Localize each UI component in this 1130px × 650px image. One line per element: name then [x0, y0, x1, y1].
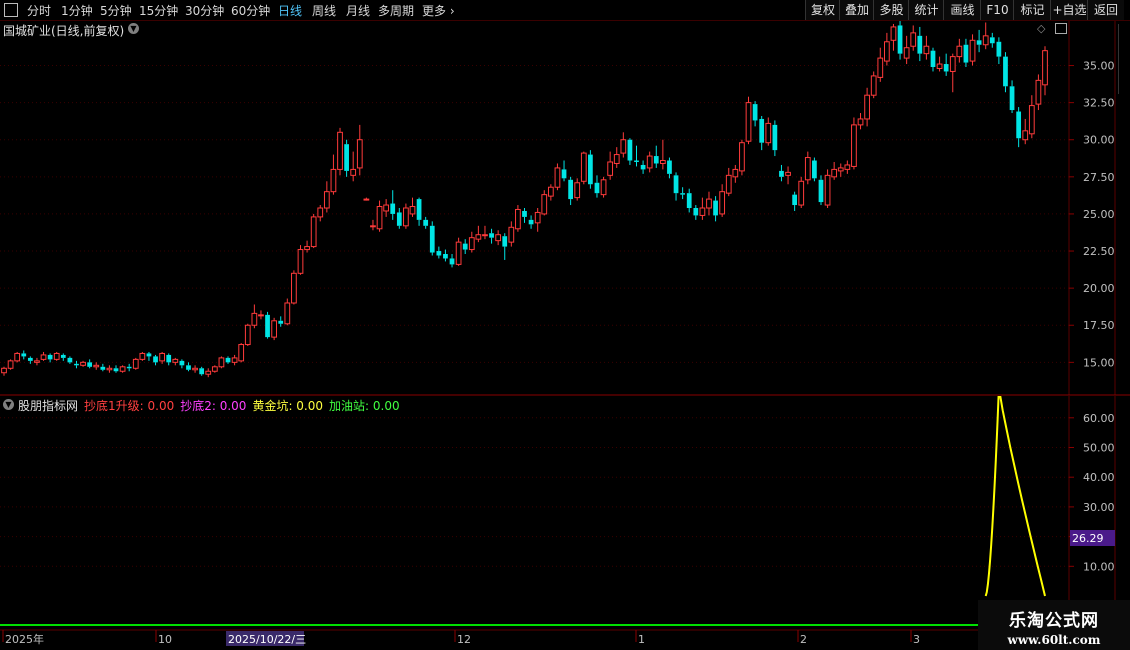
tab-timeframe[interactable]: 30分钟 [185, 2, 224, 19]
price-label: 17.50 [1083, 319, 1115, 332]
tab-timeframe[interactable]: 周线 [312, 2, 336, 19]
price-label: 30.00 [1083, 134, 1115, 147]
candle [139, 351, 146, 361]
window-toggle-icon[interactable] [1055, 23, 1067, 34]
indicator-grid [0, 417, 1069, 567]
candle [238, 343, 245, 363]
time-label: 2 [800, 633, 807, 646]
toolbar-button[interactable]: 画线 [943, 0, 981, 20]
candle [310, 213, 317, 249]
tab-timeframe[interactable]: 更多 › [422, 2, 455, 19]
price-label: 32.50 [1083, 97, 1115, 110]
indicator-label: 30.00 [1083, 501, 1115, 514]
candle [271, 317, 278, 341]
watermark-logo: 乐淘公式网 www.60lt.com [978, 600, 1130, 650]
toolbar-button[interactable]: 返回 [1087, 0, 1124, 20]
indicator-axis-labels: 70.0060.0050.0040.0030.0020.0010.00 [1069, 412, 1115, 573]
candle [244, 323, 251, 347]
tab-timeframe[interactable]: 1分钟 [61, 2, 93, 19]
candle [851, 117, 857, 170]
toolbar-button[interactable]: F10 [980, 0, 1014, 20]
candle [119, 365, 126, 373]
toolbar-button[interactable]: 复权 [805, 0, 840, 20]
price-label: 35.00 [1083, 60, 1115, 73]
tab-timeframe[interactable]: 分时 [27, 2, 51, 19]
toolbar-button[interactable]: 叠加 [839, 0, 874, 20]
diamond-icon[interactable]: ◇ [1037, 22, 1045, 35]
toolbar-button[interactable]: 多股 [873, 0, 909, 20]
candle [455, 237, 462, 266]
time-axis: 2025年 10 12 1 2 3 2025/10/22/三 [0, 628, 1130, 650]
candle [600, 176, 607, 198]
candle [818, 175, 824, 206]
candle [824, 169, 831, 208]
candle [211, 365, 218, 373]
candle [588, 150, 593, 189]
stock-title: 国城矿业(日线,前复权) [3, 24, 125, 38]
tab-timeframe[interactable]: 60分钟 [231, 2, 270, 19]
toolbar-button[interactable]: 统计 [908, 0, 944, 20]
indicator-chart[interactable]: 70.0060.0050.0040.0030.0020.0010.00 26.2… [0, 396, 1130, 628]
side-panel-collapse-icon[interactable] [1118, 24, 1129, 94]
candle [812, 157, 817, 182]
tab-timeframe[interactable]: 多周期 [378, 2, 414, 19]
tab-timeframe[interactable]: 5分钟 [100, 2, 132, 19]
price-label: 27.50 [1083, 171, 1115, 184]
candle [739, 139, 745, 176]
title-dropdown-icon[interactable]: ▼ [128, 23, 139, 34]
candle [554, 163, 561, 191]
candle [291, 270, 297, 305]
price-label: 25.00 [1083, 208, 1115, 221]
time-label: 2025年 [5, 632, 44, 646]
candle [580, 151, 587, 185]
indicator-label: 40.00 [1083, 471, 1115, 484]
tab-timeframe[interactable]: 月线 [346, 2, 370, 19]
candle [798, 176, 805, 208]
candle [265, 311, 270, 339]
price-chart[interactable]: 35.00 32.50 30.00 27.50 25.00 22.50 20.00 17.50… [0, 21, 1130, 416]
price-label: 15.00 [1083, 356, 1115, 369]
indicator-label: 60.00 [1083, 412, 1115, 425]
toolbar-button[interactable]: 标记 [1013, 0, 1051, 20]
tab-timeframe[interactable]: 15分钟 [139, 2, 178, 19]
candle [7, 359, 14, 370]
cursor-date: 2025/10/22/三 [228, 633, 306, 646]
panel-toggle-icon[interactable] [4, 3, 18, 17]
indicator-label: 10.00 [1083, 560, 1115, 573]
watermark-url: www.60lt.com [1007, 633, 1101, 647]
indicator-label: 50.00 [1083, 442, 1115, 455]
time-label: 10 [158, 633, 172, 646]
price-label: 20.00 [1083, 282, 1115, 295]
candle [132, 357, 139, 370]
time-label: 1 [638, 633, 645, 646]
candle [515, 205, 521, 232]
price-label: 22.50 [1083, 245, 1115, 258]
candle [218, 356, 225, 369]
candle [297, 245, 304, 275]
candle [745, 96, 752, 145]
current-value: 26.29 [1072, 532, 1104, 545]
candle [284, 298, 291, 326]
toolbar-button[interactable]: +自选 [1050, 0, 1088, 20]
candle [337, 127, 343, 176]
toolbar: 分时 1分钟 5分钟 15分钟 30分钟 60分钟 日线 周线 月线 多周期 更多 › 复权 叠加 多股… [0, 0, 1130, 21]
candle [53, 351, 60, 361]
candle [14, 351, 21, 363]
watermark-name: 乐淘公式网 [1009, 611, 1099, 631]
candle [429, 221, 435, 256]
time-label: 12 [457, 633, 471, 646]
time-label: 3 [913, 633, 920, 646]
candle [1003, 52, 1008, 93]
tab-timeframe[interactable]: 日线 [278, 2, 302, 19]
candle [870, 71, 877, 99]
